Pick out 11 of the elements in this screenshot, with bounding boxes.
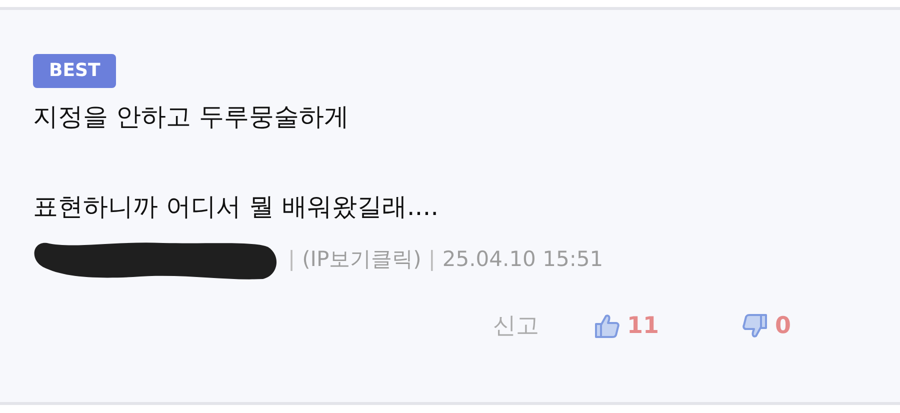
comment-text: 지정을 안하고 두루뭉술하게 표현하니까 어디서 뭘 배워왔길래.... <box>33 101 440 223</box>
like-button[interactable]: 11 <box>592 309 659 344</box>
thumbs-down-icon <box>740 312 769 340</box>
report-button[interactable]: 신고 <box>493 309 539 344</box>
dislike-button[interactable]: 0 <box>740 309 791 344</box>
comment-date: 25.04.10 15:51 <box>442 246 604 274</box>
separator: | <box>288 246 296 274</box>
ip-link[interactable]: (IP보기클릭) <box>302 244 422 276</box>
best-badge: BEST <box>33 54 116 88</box>
thumbs-up-icon <box>592 312 621 340</box>
separator: | <box>428 246 436 274</box>
